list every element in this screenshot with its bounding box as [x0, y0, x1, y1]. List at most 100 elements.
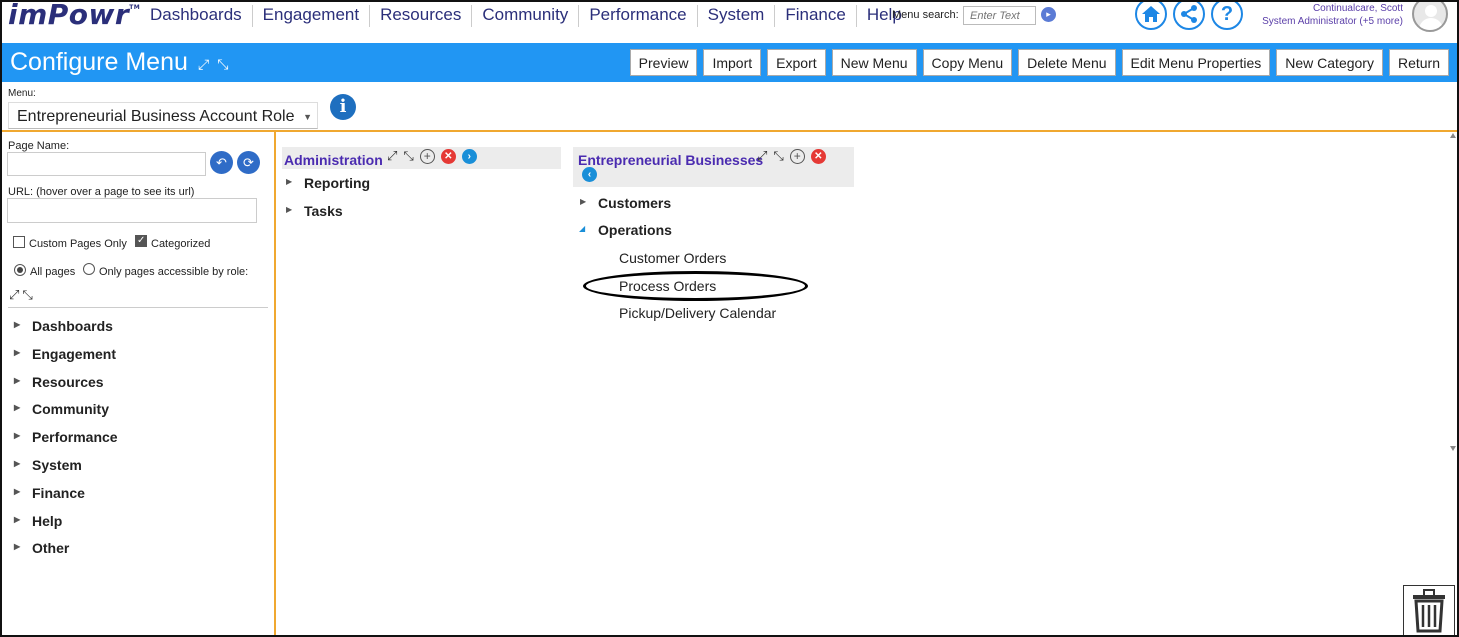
info-icon[interactable]: i	[330, 94, 356, 120]
nav-finance[interactable]: Finance	[775, 5, 857, 27]
page-title: Configure Menu	[10, 48, 188, 76]
user-info[interactable]: Continualcare, Scott System Administrato…	[1262, 2, 1403, 28]
caret-down-icon: ◢	[579, 224, 586, 233]
menu-select-value: Entrepreneurial Business Account Role	[17, 108, 295, 125]
main-nav: Dashboards Engagement Resources Communit…	[140, 5, 912, 27]
caret-right-icon: ▶	[580, 197, 587, 206]
expand-icon[interactable]: ⤢	[9, 287, 22, 302]
user-role: System Administrator (+5 more)	[1262, 16, 1403, 27]
add-icon[interactable]: +	[419, 148, 435, 164]
delete-menu-button[interactable]: Delete Menu	[1018, 49, 1116, 76]
tree-item-performance[interactable]: ▶ Performance	[14, 429, 118, 457]
help-icon[interactable]: ?	[1211, 2, 1243, 30]
category-operations[interactable]: Operations	[598, 222, 672, 238]
copy-menu-button[interactable]: Copy Menu	[922, 49, 1013, 76]
nav-dashboards[interactable]: Dashboards	[140, 5, 253, 27]
url-label: URL: (hover over a page to see its url)	[8, 186, 195, 198]
tree-item-system[interactable]: ▶ System	[14, 457, 118, 485]
tree-item-dashboards[interactable]: ▶ Dashboards	[14, 318, 118, 346]
nav-resources[interactable]: Resources	[370, 5, 473, 27]
administration-tools: ⤢ ⤡ + ✕ ›	[387, 148, 477, 164]
header-tools: ⤢ ⤡	[198, 56, 228, 73]
tree-item-help[interactable]: ▶ Help	[14, 513, 118, 541]
export-button[interactable]: Export	[767, 49, 826, 76]
chevron-down-icon: ▼	[303, 112, 312, 122]
collapse-icon[interactable]: ⤡	[773, 148, 783, 164]
caret-right-icon: ▶	[14, 375, 21, 385]
caret-right-icon: ▶	[14, 403, 21, 413]
trash-icon[interactable]	[1403, 585, 1455, 635]
edit-menu-properties-button[interactable]: Edit Menu Properties	[1121, 49, 1271, 76]
menu-select[interactable]: Entrepreneurial Business Account Role ▼	[8, 102, 318, 129]
entrepreneurial-tools: ⤢ ⤡ + ✕	[757, 148, 826, 164]
page-customer-orders[interactable]: Customer Orders	[619, 250, 726, 266]
app-frame: imPowrTM Dashboards Engagement Resources…	[0, 0, 1459, 637]
caret-right-icon: ▶	[14, 347, 21, 357]
next-icon[interactable]: ›	[461, 148, 477, 164]
new-category-button[interactable]: New Category	[1276, 49, 1383, 76]
menu-select-label: Menu:	[8, 88, 36, 99]
tree-item-other[interactable]: ▶ Other	[14, 540, 118, 568]
page-name-input[interactable]	[7, 152, 206, 176]
nav-community[interactable]: Community	[472, 5, 580, 27]
nav-performance[interactable]: Performance	[579, 5, 698, 27]
entrepreneurial-title[interactable]: Entrepreneurial Businesses	[578, 152, 763, 168]
nav-engagement[interactable]: Engagement	[253, 5, 371, 27]
header-buttons: Preview Import Export New Menu Copy Menu…	[629, 49, 1449, 76]
custom-pages-label: Custom Pages Only	[29, 238, 127, 250]
menu-search-input[interactable]	[963, 6, 1036, 25]
share-icon[interactable]	[1173, 2, 1205, 30]
page-name-label: Page Name:	[8, 140, 70, 152]
caret-right-icon: ▶	[14, 486, 21, 496]
back-icon[interactable]: ‹	[582, 167, 597, 182]
tree-item-engagement[interactable]: ▶ Engagement	[14, 346, 118, 374]
delete-icon[interactable]: ✕	[440, 148, 456, 164]
collapse-icon[interactable]: ⤡	[403, 148, 413, 164]
vertical-divider	[274, 132, 276, 635]
menu-search-go-icon[interactable]: ▸	[1041, 7, 1056, 22]
nav-system[interactable]: System	[698, 5, 776, 27]
page-tree: ▶ Dashboards ▶ Engagement ▶ Resources ▶ Comm…	[14, 318, 118, 568]
caret-right-icon: ▶	[286, 177, 293, 186]
undo-icon[interactable]: ↶	[210, 151, 233, 174]
all-pages-radio[interactable]	[14, 264, 26, 276]
page-header-bar: Configure Menu ⤢ ⤡ Preview Import Export…	[2, 43, 1457, 82]
return-button[interactable]: Return	[1388, 49, 1449, 76]
new-menu-button[interactable]: New Menu	[831, 49, 917, 76]
category-tasks[interactable]: Tasks	[304, 203, 343, 219]
administration-title[interactable]: Administration	[284, 152, 383, 168]
expand-icon[interactable]: ⤢	[387, 148, 397, 164]
preview-button[interactable]: Preview	[629, 49, 698, 76]
horizontal-divider	[2, 130, 1457, 132]
caret-right-icon: ▶	[14, 542, 21, 552]
add-icon[interactable]: +	[789, 148, 805, 164]
import-button[interactable]: Import	[703, 49, 762, 76]
category-reporting[interactable]: Reporting	[304, 175, 370, 191]
app-logo[interactable]: imPowrTM	[8, 2, 140, 31]
tree-item-community[interactable]: ▶ Community	[14, 401, 118, 429]
menu-search-label: Menu search:	[892, 9, 959, 21]
categorized-checkbox[interactable]	[135, 235, 147, 247]
collapse-all-icon[interactable]: ⤡	[217, 56, 228, 73]
expand-all-icon[interactable]: ⤢	[198, 56, 209, 73]
tree-tools: ⤢⤡	[9, 287, 36, 303]
home-icon[interactable]	[1135, 2, 1167, 30]
role-pages-radio[interactable]	[83, 263, 95, 275]
avatar[interactable]	[1412, 2, 1448, 32]
categorized-label: Categorized	[151, 238, 211, 250]
expand-icon[interactable]: ⤢	[757, 148, 767, 164]
delete-icon[interactable]: ✕	[810, 148, 826, 164]
tree-item-resources[interactable]: ▶ Resources	[14, 374, 118, 402]
page-pickup-delivery-calendar[interactable]: Pickup/Delivery Calendar	[619, 305, 776, 321]
custom-pages-checkbox[interactable]	[13, 236, 25, 248]
left-separator	[8, 307, 268, 308]
tree-item-finance[interactable]: ▶ Finance	[14, 485, 118, 513]
refresh-icon[interactable]: ⟳	[237, 151, 260, 174]
url-input[interactable]	[7, 198, 257, 223]
scrollbar[interactable]	[1449, 132, 1457, 452]
category-customers[interactable]: Customers	[598, 195, 671, 211]
role-pages-label: Only pages accessible by role:	[99, 266, 249, 278]
collapse-icon[interactable]: ⤡	[22, 287, 35, 302]
caret-right-icon: ▶	[14, 431, 21, 441]
highlight-ellipse	[583, 271, 808, 301]
